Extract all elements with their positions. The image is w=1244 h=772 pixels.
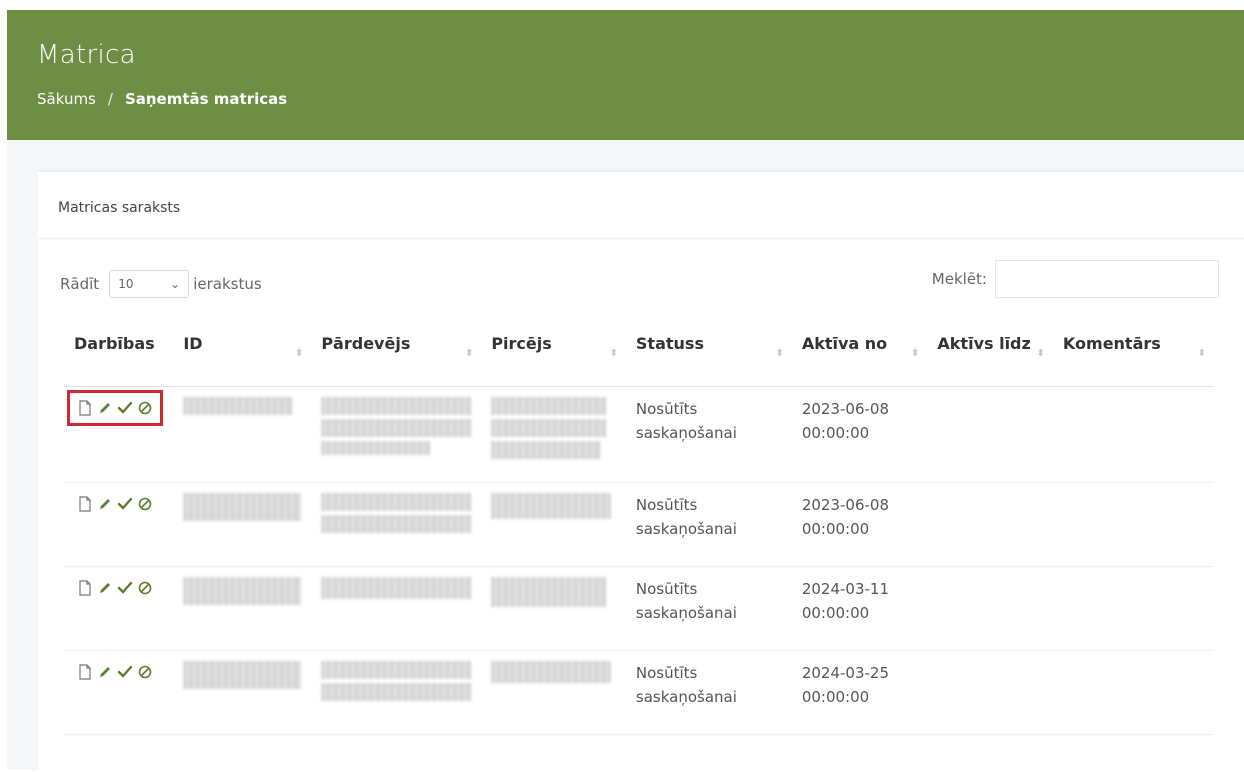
page-title: Matrica [37,40,136,70]
actions-cell [64,566,174,651]
seller-cell [311,650,482,735]
sort-icon: ⬍ [464,348,474,359]
sort-icon: ⬍ [775,348,784,359]
card-title: Matricas saraksts [58,200,181,216]
row-actions [74,493,156,515]
page-size-control: Rādīt 10 ⌄ ierakstus [60,270,262,298]
comment-cell [1052,482,1214,567]
sort-icon: ⬍ [911,348,920,359]
page-size-value: 10 [118,277,134,291]
card-header: Matricas saraksts [38,172,1244,239]
search-control: Meklēt: [932,260,1219,298]
pencil-icon[interactable] [97,399,113,417]
check-icon[interactable] [117,663,133,681]
table-row: Nosūtīts saskaņošanai 2023-06-08 00:00:0… [64,482,1214,567]
seller-cell [311,566,482,651]
comment-cell [1052,566,1214,651]
page-size-select[interactable]: 10 ⌄ [109,270,190,298]
page-header: Matrica Sākums / Saņemtās matricas [7,10,1244,140]
table-header-row: Darbības ID ⬍ Pārdevējs ⬍ Pircējs ⬍ Statuss… [64,330,1214,387]
seller-cell [311,386,482,483]
buyer-cell [481,482,626,567]
breadcrumb: Sākums / Saņemtās matricas [37,90,287,108]
status-cell: Nosūtīts saskaņošanai [625,566,792,651]
id-cell [173,482,312,567]
entries-label: ierakstus [193,275,262,293]
pencil-icon[interactable] [97,663,113,681]
actions-cell [64,482,174,567]
breadcrumb-current: Saņemtās matricas [124,90,288,108]
breadcrumb-home-link[interactable]: Sākums [37,90,96,108]
comment-cell [1052,650,1214,735]
col-header-buyer[interactable]: Pircējs ⬍ [481,330,626,387]
comment-cell [1052,386,1214,483]
col-header-active-from[interactable]: Aktīva no ⬍ [791,330,928,387]
active-to-cell [927,482,1053,567]
row-actions [67,389,163,426]
active-from-cell: 2023-06-08 00:00:00 [791,386,928,483]
status-cell: Nosūtīts saskaņošanai [625,650,792,735]
sort-icon: ⬍ [1036,348,1045,359]
cancel-icon[interactable] [137,663,153,681]
search-label: Meklēt: [931,270,987,288]
actions-cell [64,386,174,483]
document-icon[interactable] [77,579,93,597]
col-header-status[interactable]: Statuss ⬍ [625,330,792,387]
actions-cell [64,650,174,735]
show-label: Rādīt [60,275,100,293]
breadcrumb-separator: / [107,90,113,108]
table-controls: Rādīt 10 ⌄ ierakstus Meklēt: [38,260,1244,304]
id-cell [173,650,312,735]
row-actions [74,577,156,599]
col-header-actions: Darbības [64,330,174,387]
chevron-down-icon: ⌄ [170,277,181,291]
check-icon[interactable] [117,579,133,597]
status-cell: Nosūtīts saskaņošanai [625,386,792,483]
active-to-cell [927,566,1053,651]
buyer-cell [481,650,626,735]
active-to-cell [927,650,1053,735]
document-icon[interactable] [77,399,93,417]
row-actions [74,661,156,683]
active-to-cell [927,386,1053,483]
cancel-icon[interactable] [137,579,153,597]
seller-cell [311,482,482,567]
check-icon[interactable] [117,495,133,513]
pencil-icon[interactable] [97,579,113,597]
col-header-active-to[interactable]: Aktīvs līdz ⬍ [927,330,1053,387]
active-from-cell: 2024-03-25 00:00:00 [791,650,928,735]
buyer-cell [481,566,626,651]
table-row: Nosūtīts saskaņošanai 2024-03-25 00:00:0… [64,650,1214,735]
table-row: Nosūtīts saskaņošanai 2023-06-08 00:00:0… [64,386,1214,483]
table-row: Nosūtīts saskaņošanai 2024-03-11 00:00:0… [64,566,1214,651]
col-header-comment[interactable]: Komentārs ⬍ [1052,330,1214,387]
sort-icon: ⬍ [609,348,618,359]
sort-icon: ⬍ [294,348,304,359]
active-from-cell: 2023-06-08 00:00:00 [791,482,928,567]
id-cell [173,386,312,483]
status-cell: Nosūtīts saskaņošanai [625,482,792,567]
pencil-icon[interactable] [97,495,113,513]
document-icon[interactable] [77,495,93,513]
cancel-icon[interactable] [137,399,153,417]
col-header-id[interactable]: ID ⬍ [173,330,312,387]
document-icon[interactable] [77,663,93,681]
active-from-cell: 2024-03-11 00:00:00 [791,566,928,651]
matrix-table: Darbības ID ⬍ Pārdevējs ⬍ Pircējs ⬍ Statuss… [64,330,1214,735]
sort-icon: ⬍ [1197,348,1206,359]
check-icon[interactable] [117,399,133,417]
id-cell [173,566,312,651]
buyer-cell [481,386,626,483]
search-input[interactable] [995,260,1219,298]
col-header-seller[interactable]: Pārdevējs ⬍ [311,330,482,387]
cancel-icon[interactable] [137,495,153,513]
